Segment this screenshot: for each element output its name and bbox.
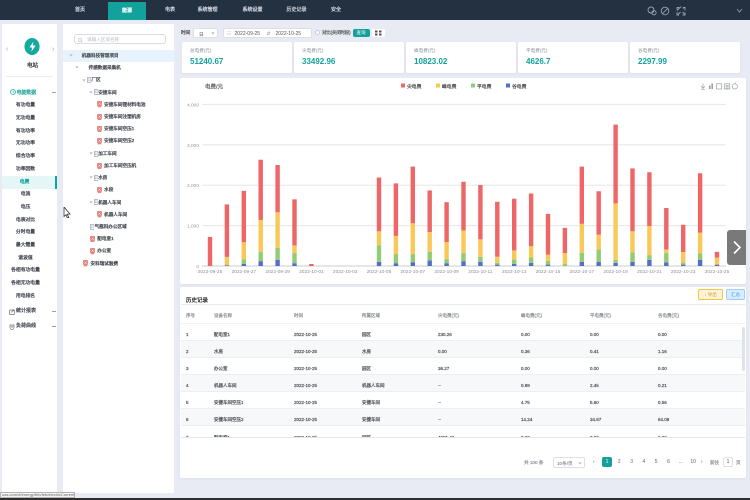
svg-text:峰电费: 峰电费 [442,83,457,90]
svg-text:2022-10-09: 2022-10-09 [434,269,459,275]
svg-text:2022-10-05: 2022-10-05 [367,269,392,275]
svg-text:谷电费: 谷电费 [512,83,527,90]
svg-text:3,000: 3,000 [187,143,199,149]
svg-text:电费/元: 电费/元 [205,83,224,91]
svg-text:1,000: 1,000 [187,224,199,230]
svg-text:2022-10-11: 2022-10-11 [468,269,493,275]
svg-text:2022-09-27: 2022-09-27 [232,269,257,275]
svg-text:2022-10-01: 2022-10-01 [299,269,324,275]
svg-text:2022-10-25: 2022-10-25 [705,269,730,275]
svg-text:4,000: 4,000 [187,102,199,108]
svg-text:2022-10-15: 2022-10-15 [536,269,561,275]
svg-text:2022-10-07: 2022-10-07 [401,269,426,275]
svg-text:2022-09-25: 2022-09-25 [198,269,223,275]
svg-text:2022-10-23: 2022-10-23 [671,269,696,275]
svg-text:2022-10-17: 2022-10-17 [570,269,595,275]
svg-text:2022-10-13: 2022-10-13 [502,269,527,275]
svg-text:2022-10-21: 2022-10-21 [637,269,662,275]
svg-text:2022-10-03: 2022-10-03 [333,269,358,275]
svg-text:2,000: 2,000 [187,183,199,189]
svg-text:尖电费: 尖电费 [407,83,422,90]
svg-text:2022-10-19: 2022-10-19 [603,269,628,275]
svg-text:2022-09-29: 2022-09-29 [265,269,290,275]
svg-text:平电费: 平电费 [477,83,492,90]
